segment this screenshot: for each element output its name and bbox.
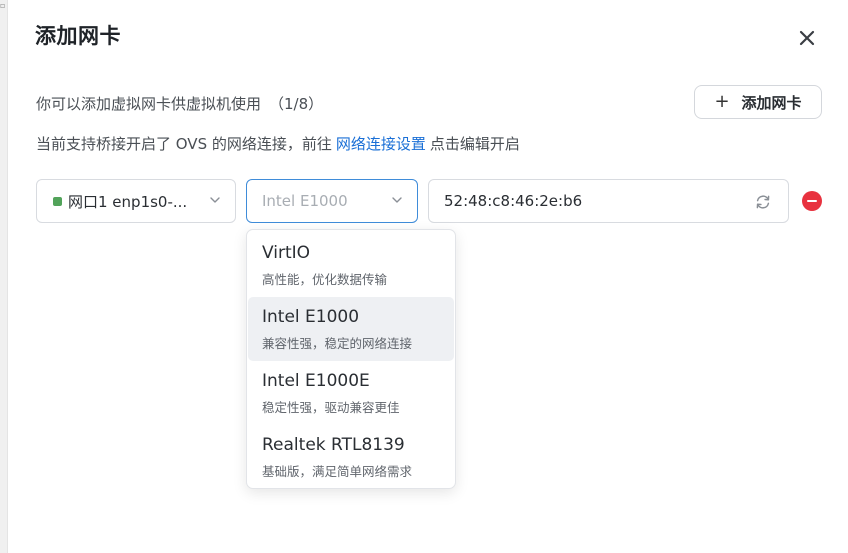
option-description: 高性能，优化数据传输 bbox=[262, 272, 388, 287]
remove-nic-icon[interactable] bbox=[802, 191, 822, 211]
port-select-value: 网口1 enp1s0-... bbox=[68, 192, 188, 211]
chevron-down-icon bbox=[392, 197, 402, 203]
capacity-count: （1/8） bbox=[269, 95, 324, 113]
chevron-down-icon bbox=[210, 197, 220, 203]
option-name: Intel E1000 bbox=[262, 307, 360, 327]
port-select[interactable]: 网口1 enp1s0-... bbox=[36, 179, 236, 223]
nic-model-select[interactable]: Intel E1000 bbox=[246, 179, 418, 223]
dropdown-option-virtio[interactable]: VirtIO 高性能，优化数据传输 bbox=[248, 233, 454, 297]
support-text-before: 当前支持桥接开启了 OVS 的网络连接，前往 bbox=[36, 135, 332, 153]
mac-address-input[interactable]: 52:48:c8:46:2e:b6 bbox=[428, 179, 789, 223]
nic-model-dropdown: VirtIO 高性能，优化数据传输 Intel E1000 兼容性强，稳定的网络… bbox=[246, 229, 456, 489]
close-button[interactable] bbox=[794, 25, 820, 51]
option-description: 基础版，满足简单网络需求 bbox=[262, 464, 413, 479]
support-text-after: 点击编辑开启 bbox=[429, 135, 520, 153]
option-name: Realtek RTL8139 bbox=[262, 435, 405, 455]
option-name: Intel E1000E bbox=[262, 371, 370, 391]
port-status-dot bbox=[53, 196, 62, 206]
add-nic-button-label: 添加网卡 bbox=[741, 93, 802, 112]
left-edge-strip: ▫ bbox=[0, 0, 8, 553]
network-settings-link[interactable]: 网络连接设置 bbox=[336, 135, 426, 153]
capacity-description: 你可以添加虚拟网卡供虚拟机使用 bbox=[36, 95, 262, 113]
option-description: 兼容性强，稳定的网络连接 bbox=[262, 336, 413, 351]
dialog-title: 添加网卡 bbox=[35, 24, 121, 48]
nic-model-placeholder: Intel E1000 bbox=[262, 192, 348, 210]
capacity-text: 你可以添加虚拟网卡供虚拟机使用 （1/8） bbox=[36, 93, 323, 114]
option-description: 稳定性强，驱动兼容更佳 bbox=[262, 400, 400, 415]
option-name: VirtIO bbox=[262, 243, 311, 263]
support-notice: 当前支持桥接开启了 OVS 的网络连接，前往 网络连接设置 点击编辑开启 bbox=[36, 133, 520, 154]
mac-address-value: 52:48:c8:46:2e:b6 bbox=[444, 192, 583, 210]
window-edge-icon: ▫ bbox=[0, 1, 6, 10]
close-icon bbox=[799, 30, 815, 46]
dropdown-option-intel-e1000e[interactable]: Intel E1000E 稳定性强，驱动兼容更佳 bbox=[248, 361, 454, 425]
add-nic-dialog: ▫ 添加网卡 你可以添加虚拟网卡供虚拟机使用 （1/8） + 添加网卡 当前支持桥… bbox=[0, 0, 848, 553]
plus-icon: + bbox=[714, 91, 730, 112]
refresh-icon[interactable] bbox=[754, 193, 772, 211]
dropdown-option-intel-e1000[interactable]: Intel E1000 兼容性强，稳定的网络连接 bbox=[248, 297, 454, 361]
dropdown-option-realtek-rtl8139[interactable]: Realtek RTL8139 基础版，满足简单网络需求 bbox=[248, 425, 454, 488]
add-nic-button[interactable]: + 添加网卡 bbox=[694, 85, 822, 119]
